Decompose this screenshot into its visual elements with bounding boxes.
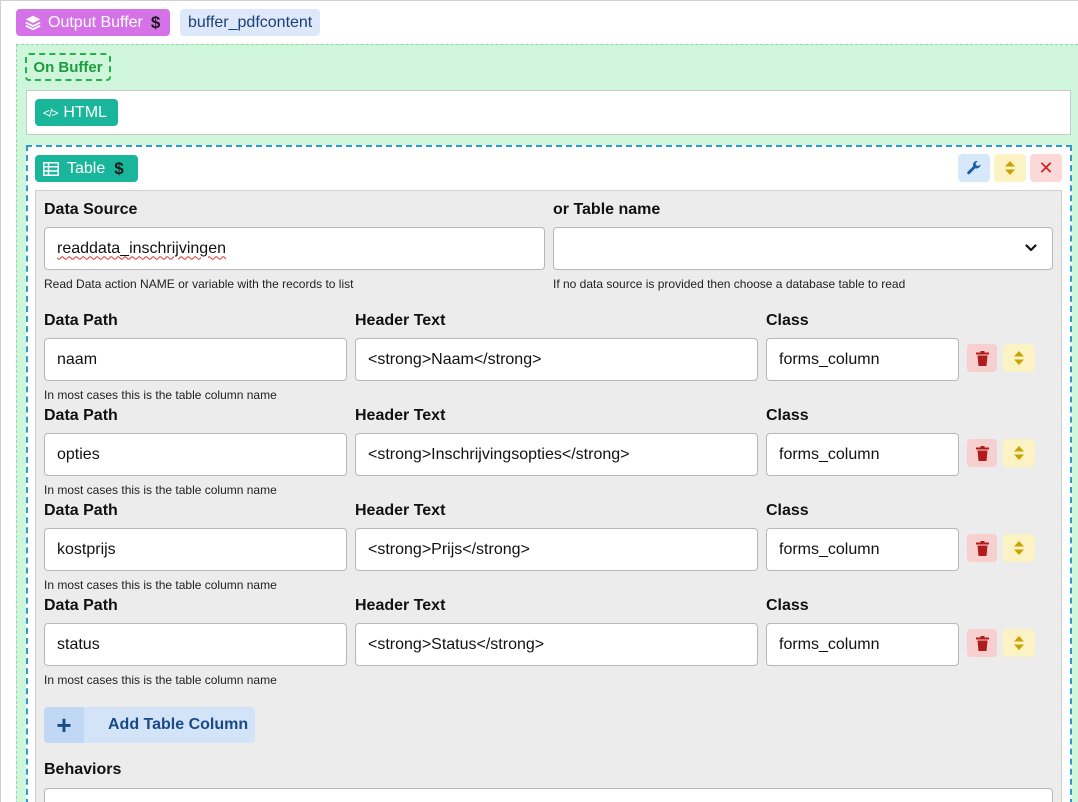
class-input[interactable]: forms_column bbox=[766, 528, 959, 571]
sort-icon bbox=[1014, 446, 1024, 460]
data-path-label: Data Path bbox=[44, 407, 118, 424]
table-name-select[interactable] bbox=[553, 227, 1053, 270]
table-badge[interactable]: Table $ bbox=[35, 155, 138, 182]
wrench-icon bbox=[967, 160, 981, 175]
header-text-input[interactable]: <strong>Naam</strong> bbox=[355, 338, 758, 381]
table-icon bbox=[43, 161, 59, 176]
data-path-help: In most cases this is the table column n… bbox=[44, 673, 277, 687]
class-input[interactable]: forms_column bbox=[766, 623, 959, 666]
data-path-input[interactable]: kostprijs bbox=[44, 528, 347, 571]
table-name-help: If no data source is provided then choos… bbox=[553, 277, 906, 291]
move-column-button[interactable] bbox=[1003, 534, 1035, 562]
move-block-button[interactable] bbox=[994, 154, 1026, 182]
remove-block-button[interactable]: ✕ bbox=[1030, 154, 1062, 182]
class-input[interactable]: forms_column bbox=[766, 433, 959, 476]
trash-icon bbox=[975, 540, 989, 556]
class-label: Class bbox=[766, 312, 809, 329]
add-table-column-label: Add Table Column bbox=[108, 716, 249, 733]
class-label: Class bbox=[766, 407, 809, 424]
data-path-input[interactable]: status bbox=[44, 623, 347, 666]
sort-icon bbox=[1005, 161, 1015, 175]
header-text-label: Header Text bbox=[355, 407, 446, 424]
html-badge-label: HTML bbox=[63, 103, 107, 121]
delete-column-button[interactable] bbox=[967, 439, 997, 467]
data-path-input[interactable]: opties bbox=[44, 433, 347, 476]
delete-column-button[interactable] bbox=[967, 629, 997, 657]
dollar-icon: $ bbox=[114, 158, 124, 178]
settings-wrench-button[interactable] bbox=[958, 154, 990, 182]
header-text-label: Header Text bbox=[355, 312, 446, 329]
frame-left-border bbox=[0, 0, 1, 802]
on-buffer-label: On Buffer bbox=[25, 53, 111, 81]
delete-column-button[interactable] bbox=[967, 344, 997, 372]
move-column-button[interactable] bbox=[1003, 439, 1035, 467]
layers-icon bbox=[25, 15, 41, 30]
header-text-input[interactable]: <strong>Inschrijvingsopties</strong> bbox=[355, 433, 758, 476]
header-text-label: Header Text bbox=[355, 597, 446, 614]
data-source-label: Data Source bbox=[44, 201, 138, 218]
html-block[interactable] bbox=[26, 90, 1071, 135]
data-path-label: Data Path bbox=[44, 502, 118, 519]
header-text-label: Header Text bbox=[355, 502, 446, 519]
data-path-label: Data Path bbox=[44, 312, 118, 329]
add-table-column-button[interactable]: + Add Table Column bbox=[44, 707, 255, 743]
frame-top-border bbox=[0, 0, 1078, 1]
data-path-input[interactable]: naam bbox=[44, 338, 347, 381]
trash-icon bbox=[975, 350, 989, 366]
output-buffer-label: Output Buffer bbox=[48, 13, 143, 31]
table-name-label: or Table name bbox=[553, 201, 661, 218]
data-source-help: Read Data action NAME or variable with t… bbox=[44, 277, 354, 291]
data-source-input[interactable]: readdata_inschrijvingen bbox=[44, 227, 545, 270]
move-column-button[interactable] bbox=[1003, 629, 1035, 657]
data-path-help: In most cases this is the table column n… bbox=[44, 388, 277, 402]
data-path-help: In most cases this is the table column n… bbox=[44, 578, 277, 592]
chevron-down-icon bbox=[1025, 244, 1037, 252]
class-label: Class bbox=[766, 597, 809, 614]
buffer-variable-chip[interactable]: buffer_pdfcontent bbox=[180, 9, 321, 36]
trash-icon bbox=[975, 635, 989, 651]
header-text-input[interactable]: <strong>Prijs</strong> bbox=[355, 528, 758, 571]
table-badge-label: Table bbox=[67, 159, 106, 177]
move-column-button[interactable] bbox=[1003, 344, 1035, 372]
header-text-input[interactable]: <strong>Status</strong> bbox=[355, 623, 758, 666]
html-badge[interactable]: </> HTML bbox=[35, 99, 118, 126]
class-input[interactable]: forms_column bbox=[766, 338, 959, 381]
behaviors-label: Behaviors bbox=[44, 761, 122, 778]
data-path-help: In most cases this is the table column n… bbox=[44, 483, 277, 497]
data-path-label: Data Path bbox=[44, 597, 118, 614]
dollar-icon: $ bbox=[150, 12, 161, 32]
sort-icon bbox=[1014, 541, 1024, 555]
plus-icon: + bbox=[44, 707, 84, 743]
sort-icon bbox=[1014, 351, 1024, 365]
sort-icon bbox=[1014, 636, 1024, 650]
behaviors-input[interactable] bbox=[44, 788, 1053, 802]
delete-column-button[interactable] bbox=[967, 534, 997, 562]
data-source-value: readdata_inschrijvingen bbox=[57, 239, 226, 257]
code-icon: </> bbox=[43, 105, 58, 120]
trash-icon bbox=[975, 445, 989, 461]
output-buffer-badge[interactable]: Output Buffer $ bbox=[16, 9, 171, 36]
class-label: Class bbox=[766, 502, 809, 519]
